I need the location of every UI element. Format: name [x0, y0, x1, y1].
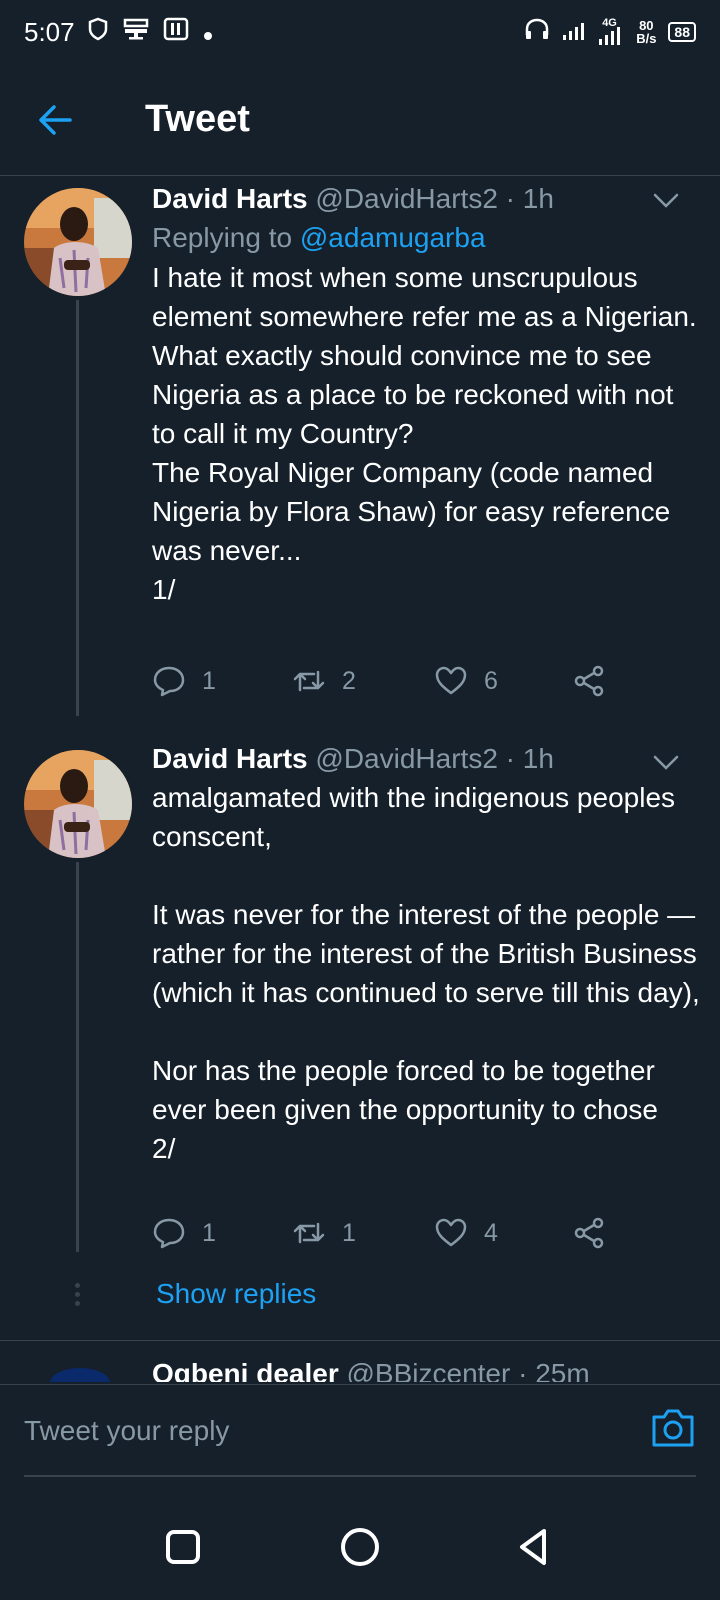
triangle-back-icon	[520, 1529, 546, 1565]
next-tweet-peek[interactable]: Ogbeni dealer @BBizcenter · 25m	[0, 1358, 720, 1382]
tweet-actions: 1 2 6	[152, 664, 622, 704]
reply-button[interactable]: 1	[152, 1216, 216, 1250]
share-icon	[574, 665, 604, 697]
share-button[interactable]	[572, 664, 606, 698]
separator: ·	[505, 743, 515, 774]
headphones-icon	[524, 17, 550, 48]
display-name[interactable]: Ogbeni dealer @BBizcenter · 25m	[152, 1358, 590, 1382]
tweet-text: amalgamated with the indigenous peoples …	[152, 782, 700, 1164]
app-notification-icon	[163, 17, 189, 48]
signal-icon	[562, 17, 586, 48]
like-count: 4	[484, 1218, 498, 1247]
tweet[interactable]: David Harts @DavidHarts2 · 1h amalgamate…	[0, 740, 720, 1270]
mention-link[interactable]: @adamugarba	[300, 222, 486, 253]
retweet-icon	[293, 670, 325, 692]
display-name[interactable]: David Harts	[152, 743, 308, 774]
avatar[interactable]	[24, 188, 132, 296]
back-button[interactable]	[36, 100, 76, 140]
back-nav-button[interactable]	[510, 1522, 560, 1572]
speech-bubble-icon	[153, 1218, 185, 1249]
avatar[interactable]	[24, 750, 132, 858]
reply-count: 1	[202, 1218, 216, 1247]
status-bar: 5:07 4G 80 B/s 88	[0, 0, 720, 64]
camera-icon	[652, 1409, 694, 1447]
shield-icon	[87, 17, 109, 48]
tweet-header: David Harts @DavidHarts2 · 1h	[152, 740, 702, 778]
timestamp: 1h	[522, 743, 554, 774]
reply-button[interactable]: 1	[152, 664, 216, 698]
tweet-text: I hate it most when some unscrupulous el…	[152, 262, 697, 605]
reply-count: 1	[202, 666, 216, 695]
retweet-button[interactable]: 2	[292, 664, 356, 698]
home-button[interactable]	[335, 1522, 385, 1572]
tweet[interactable]: David Harts @DavidHarts2 · 1h Replying t…	[0, 176, 720, 716]
timestamp: 1h	[522, 183, 554, 214]
replying-to-label: Replying to	[152, 222, 293, 253]
show-replies-link[interactable]: Show replies	[156, 1278, 316, 1310]
share-icon	[574, 1217, 604, 1249]
heart-icon	[435, 666, 467, 695]
speech-bubble-icon	[153, 666, 185, 697]
page-title: Tweet	[145, 98, 250, 140]
camera-button[interactable]	[650, 1407, 696, 1449]
like-button[interactable]: 6	[434, 664, 498, 698]
tweet-actions: 1 1 4	[152, 1216, 622, 1256]
circle-icon	[341, 1528, 379, 1566]
retweet-count: 2	[342, 666, 356, 695]
thread-line	[76, 300, 79, 716]
dot-icon	[203, 17, 213, 48]
thread-line	[76, 862, 79, 1252]
username[interactable]: @DavidHarts2	[315, 183, 497, 214]
heart-icon	[435, 1218, 467, 1247]
retweet-count: 1	[342, 1218, 356, 1247]
battery-indicator: 88	[668, 22, 696, 42]
username[interactable]: @DavidHarts2	[315, 743, 497, 774]
replying-to: Replying to @adamugarba	[152, 218, 702, 258]
retweet-button[interactable]: 1	[292, 1216, 356, 1250]
reply-composer	[0, 1384, 720, 1494]
tweet-content: David Harts @DavidHarts2 · 1h Replying t…	[152, 180, 702, 609]
share-button[interactable]	[572, 1216, 606, 1250]
monitor-icon	[123, 17, 149, 48]
separator: ·	[505, 183, 515, 214]
tweet-header: David Harts @DavidHarts2 · 1h	[152, 180, 702, 218]
reply-underline	[24, 1475, 696, 1477]
thread-dots	[75, 1283, 81, 1310]
arrow-left-icon	[39, 105, 72, 135]
top-app-bar: Tweet	[0, 64, 720, 176]
status-time: 5:07	[24, 16, 75, 47]
like-count: 6	[484, 666, 498, 695]
display-name[interactable]: David Harts	[152, 183, 308, 214]
recents-button[interactable]	[158, 1522, 208, 1572]
net-speed: 80 B/s	[636, 18, 657, 46]
system-nav-bar	[0, 1494, 720, 1600]
retweet-icon	[293, 1222, 325, 1244]
square-icon	[166, 1530, 200, 1564]
tweet-content: David Harts @DavidHarts2 · 1h amalgamate…	[152, 740, 702, 1168]
divider	[0, 1340, 720, 1341]
network-4g-indicator: 4G	[598, 17, 624, 45]
like-button[interactable]: 4	[434, 1216, 498, 1250]
reply-input[interactable]	[24, 1405, 604, 1457]
avatar[interactable]	[50, 1368, 110, 1382]
